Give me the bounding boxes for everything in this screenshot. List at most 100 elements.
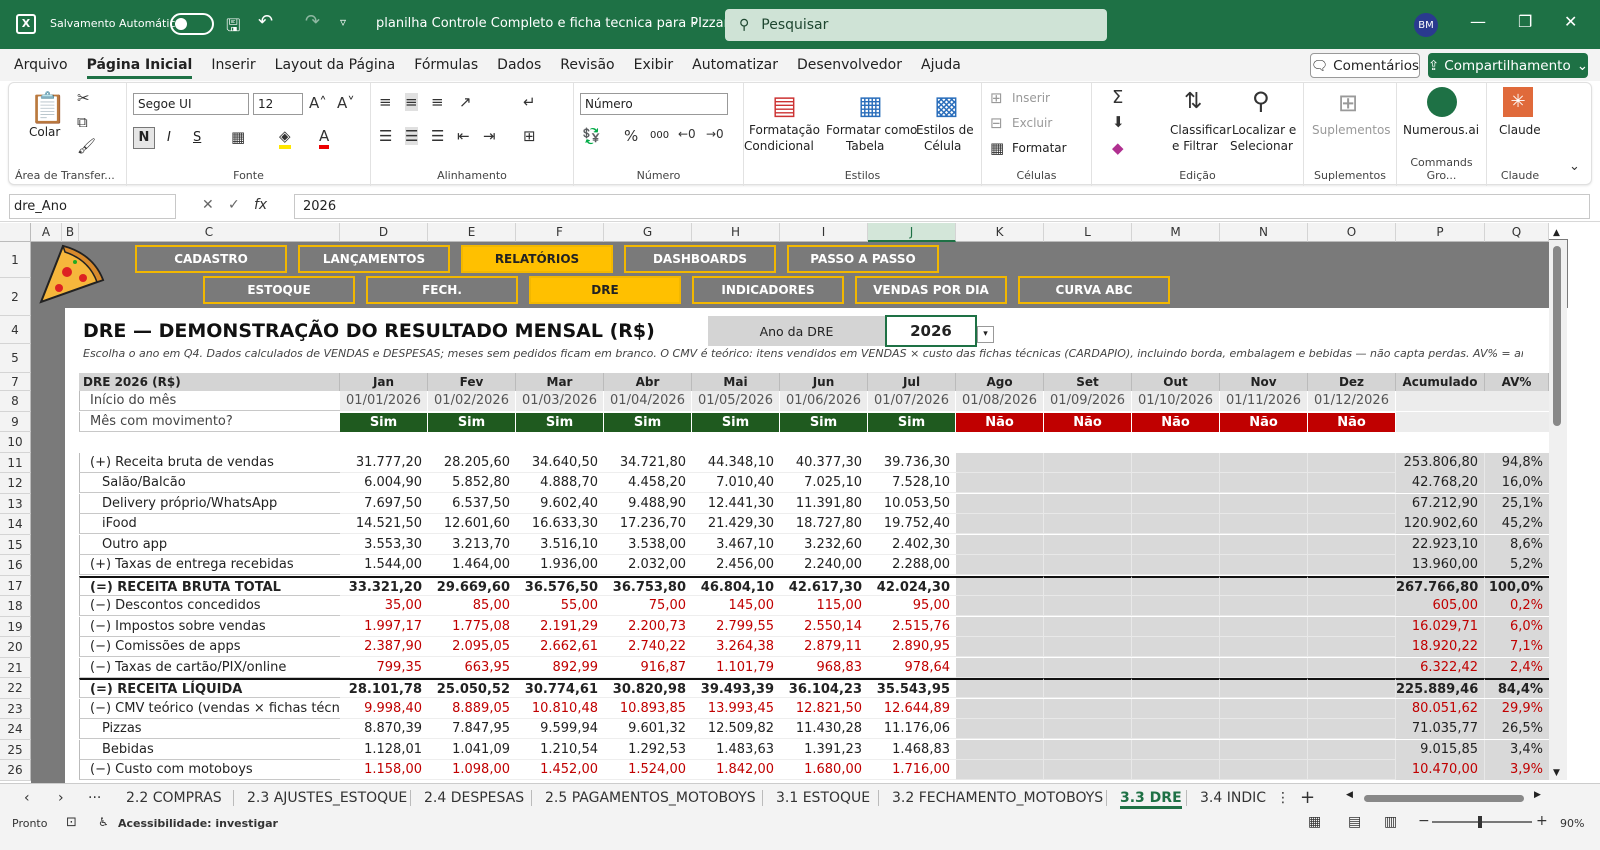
align-middle-icon[interactable]: ≡ bbox=[405, 93, 418, 111]
conditional-format-button-line2[interactable]: Condicional bbox=[744, 139, 814, 153]
start-date-cell[interactable]: 01/12/2026 bbox=[1308, 391, 1396, 411]
dre-value-cell[interactable]: 28.101,78 bbox=[340, 678, 428, 698]
align-right-icon[interactable]: ☰ bbox=[431, 127, 444, 145]
restore-icon[interactable]: ❐ bbox=[1518, 12, 1532, 31]
row-header[interactable]: 25 bbox=[0, 739, 31, 760]
numerous-ai-button[interactable]: Numerous.ai bbox=[1403, 123, 1479, 137]
undo-icon[interactable]: ↶ bbox=[258, 11, 273, 32]
increase-decimal-icon[interactable]: ←0 bbox=[678, 127, 696, 141]
decrease-font-icon[interactable]: A˅ bbox=[337, 94, 355, 112]
dre-value-cell[interactable] bbox=[1132, 493, 1220, 514]
cell-styles-button[interactable]: Estilos de bbox=[916, 123, 974, 137]
nav-sub-button-3[interactable]: DRE bbox=[529, 276, 681, 304]
align-top-icon[interactable]: ≡ bbox=[379, 93, 392, 111]
font-size-select[interactable]: 12 bbox=[253, 93, 303, 115]
file-title-chevron-icon[interactable]: ⌄ bbox=[690, 15, 699, 28]
sheet-tab[interactable]: 2.2 COMPRAS bbox=[126, 787, 222, 809]
row-header[interactable]: 14 bbox=[0, 514, 31, 535]
dre-value-cell[interactable] bbox=[1132, 514, 1220, 534]
dre-value-cell[interactable] bbox=[956, 657, 1044, 678]
row-header[interactable]: 7 bbox=[0, 373, 31, 391]
dre-value-cell[interactable]: 17.236,70 bbox=[604, 514, 692, 534]
column-header[interactable]: O bbox=[1308, 223, 1396, 242]
menu-item[interactable]: Ajuda bbox=[921, 51, 961, 79]
dre-value-cell[interactable] bbox=[1220, 616, 1308, 637]
dre-value-cell[interactable]: 968,83 bbox=[780, 657, 868, 678]
fill-color-icon[interactable]: ◈ bbox=[279, 127, 291, 149]
dre-value-cell[interactable]: 9.488,90 bbox=[604, 493, 692, 514]
dre-value-cell[interactable]: 11.176,06 bbox=[868, 719, 956, 739]
name-box[interactable]: dre_Ano bbox=[9, 194, 176, 219]
movement-badge[interactable]: Não bbox=[956, 412, 1044, 432]
dre-value-cell[interactable]: 1.680,00 bbox=[780, 760, 868, 780]
dre-av-cell[interactable]: 6,0% bbox=[1485, 616, 1549, 637]
tab-prev-icon[interactable]: ‹ bbox=[24, 787, 30, 809]
dre-accumulated-cell[interactable]: 9.015,85 bbox=[1396, 739, 1485, 760]
tab-options-icon[interactable]: ⋮ bbox=[1276, 787, 1290, 809]
addins-button[interactable]: Suplementos bbox=[1312, 123, 1391, 137]
row-header[interactable]: 12 bbox=[0, 473, 31, 494]
dre-value-cell[interactable] bbox=[1044, 493, 1132, 514]
start-date-cell[interactable]: 01/03/2026 bbox=[516, 391, 604, 411]
row-header[interactable]: 4 bbox=[0, 316, 31, 344]
delete-cells-button[interactable]: Excluir bbox=[1012, 116, 1052, 130]
dre-value-cell[interactable]: 1.452,00 bbox=[516, 760, 604, 780]
dre-value-cell[interactable]: 3.264,38 bbox=[692, 637, 780, 657]
dre-value-cell[interactable]: 1.544,00 bbox=[340, 555, 428, 575]
dre-value-cell[interactable]: 663,95 bbox=[428, 657, 516, 678]
dre-value-cell[interactable]: 30.774,61 bbox=[516, 678, 604, 698]
dre-value-cell[interactable] bbox=[1044, 596, 1132, 616]
dre-value-cell[interactable] bbox=[1132, 452, 1220, 473]
dre-av-cell[interactable]: 16,0% bbox=[1485, 473, 1549, 493]
dre-value-cell[interactable]: 1.842,00 bbox=[692, 760, 780, 780]
movement-badge[interactable]: Não bbox=[1132, 412, 1220, 432]
dre-value-cell[interactable] bbox=[1044, 657, 1132, 678]
find-select-icon[interactable]: ⚲ bbox=[1252, 87, 1270, 115]
movement-badge[interactable]: Sim bbox=[428, 412, 516, 432]
column-header[interactable]: J bbox=[868, 223, 956, 242]
dre-value-cell[interactable] bbox=[1132, 555, 1220, 575]
minimize-icon[interactable]: — bbox=[1470, 12, 1486, 31]
dre-value-cell[interactable]: 2.191,29 bbox=[516, 616, 604, 637]
bold-button[interactable]: N bbox=[133, 127, 155, 149]
dre-value-cell[interactable]: 34.721,80 bbox=[604, 452, 692, 473]
menu-item[interactable]: Arquivo bbox=[14, 51, 68, 79]
borders-icon[interactable]: ▦ bbox=[231, 128, 245, 146]
dre-accumulated-cell[interactable]: 67.212,90 bbox=[1396, 493, 1485, 514]
insert-function-icon[interactable]: fx bbox=[254, 197, 267, 213]
row-header[interactable]: 20 bbox=[0, 637, 31, 658]
cut-icon[interactable]: ✂ bbox=[77, 89, 90, 107]
dre-accumulated-cell[interactable]: 16.029,71 bbox=[1396, 616, 1485, 637]
zoom-in-icon[interactable]: + bbox=[1536, 813, 1548, 829]
dre-value-cell[interactable]: 2.387,90 bbox=[340, 637, 428, 657]
nav-button-5[interactable]: PASSO A PASSO bbox=[787, 245, 939, 273]
zoom-level[interactable]: 90% bbox=[1560, 817, 1584, 830]
dre-value-cell[interactable] bbox=[1044, 575, 1132, 596]
nav-sub-button-4[interactable]: INDICADORES bbox=[692, 276, 844, 304]
dre-value-cell[interactable]: 30.820,98 bbox=[604, 678, 692, 698]
start-date-cell[interactable]: 01/01/2026 bbox=[340, 391, 428, 411]
dre-value-cell[interactable]: 31.777,20 bbox=[340, 452, 428, 473]
dre-av-cell[interactable]: 94,8% bbox=[1485, 452, 1549, 473]
dre-value-cell[interactable]: 2.032,00 bbox=[604, 555, 692, 575]
movement-badge[interactable]: Sim bbox=[604, 412, 692, 432]
dre-value-cell[interactable]: 19.752,40 bbox=[868, 514, 956, 534]
row-header[interactable]: 5 bbox=[0, 344, 31, 373]
menu-item[interactable]: Fórmulas bbox=[414, 51, 478, 79]
dre-value-cell[interactable] bbox=[956, 698, 1044, 719]
dre-value-cell[interactable]: 10.053,50 bbox=[868, 493, 956, 514]
row-header[interactable]: 19 bbox=[0, 616, 31, 637]
dre-value-cell[interactable]: 42.617,30 bbox=[780, 575, 868, 596]
movement-badge[interactable]: Não bbox=[1044, 412, 1132, 432]
dre-value-cell[interactable] bbox=[1220, 739, 1308, 760]
dre-value-cell[interactable]: 9.599,94 bbox=[516, 719, 604, 739]
dre-value-cell[interactable]: 1.101,79 bbox=[692, 657, 780, 678]
dre-value-cell[interactable]: 12.441,30 bbox=[692, 493, 780, 514]
menu-item[interactable]: Inserir bbox=[211, 51, 255, 79]
dre-value-cell[interactable] bbox=[1044, 719, 1132, 739]
font-color-icon[interactable]: A bbox=[319, 127, 330, 149]
dre-value-cell[interactable] bbox=[1132, 637, 1220, 657]
dre-value-cell[interactable] bbox=[1308, 678, 1396, 698]
dre-value-cell[interactable] bbox=[1132, 534, 1220, 555]
dre-value-cell[interactable] bbox=[956, 719, 1044, 739]
